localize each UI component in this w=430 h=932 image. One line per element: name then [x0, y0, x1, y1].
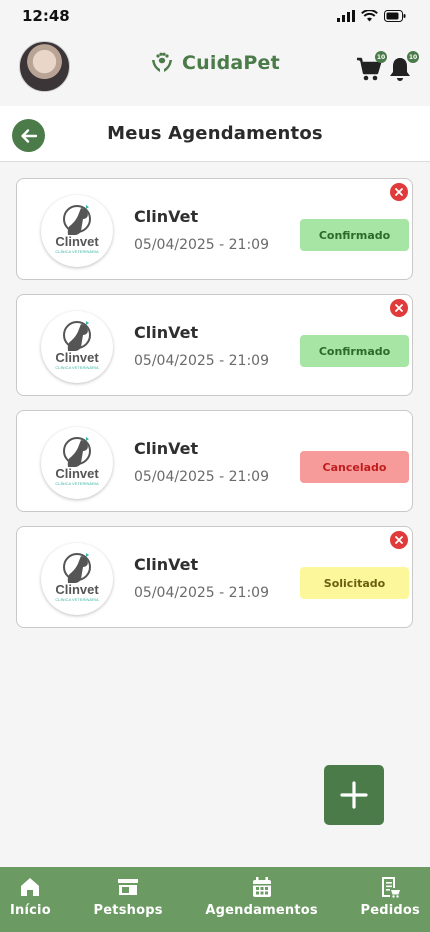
clinic-logo: Clinvet CLÍNICA VETERINÁRIA [41, 427, 113, 499]
page-title: Meus Agendamentos [107, 123, 323, 144]
clinvet-logo-icon: Clinvet CLÍNICA VETERINÁRIA [55, 437, 99, 486]
appointment-list: Clinvet CLÍNICA VETERINÁRIA ClinVet 05/0… [16, 178, 413, 642]
calendar-icon [252, 877, 271, 897]
bell-badge: 10 [407, 51, 419, 63]
clinvet-logo-icon: Clinvet CLÍNICA VETERINÁRIA [55, 321, 99, 370]
status-icons [337, 10, 406, 22]
battery-icon [384, 10, 406, 22]
add-appointment-button[interactable] [324, 765, 384, 825]
close-icon [395, 304, 403, 312]
signal-icon [337, 10, 355, 22]
appointment-datetime: 05/04/2025 - 21:09 [134, 353, 269, 369]
clinic-name: ClinVet [134, 323, 199, 342]
cart-button[interactable]: 10 [356, 51, 387, 82]
clinic-name: ClinVet [134, 439, 199, 458]
svg-text:CLÍNICA VETERINÁRIA: CLÍNICA VETERINÁRIA [55, 597, 99, 602]
title-bar: Meus Agendamentos [0, 106, 430, 162]
appointment-datetime: 05/04/2025 - 21:09 [134, 585, 269, 601]
brand-name: CuidaPet [182, 52, 280, 74]
svg-text:CLÍNICA VETERINÁRIA: CLÍNICA VETERINÁRIA [55, 365, 99, 370]
cart-badge: 10 [375, 51, 387, 63]
nav-item-inicio[interactable]: Início [10, 867, 51, 932]
svg-text:Clinvet: Clinvet [55, 466, 99, 481]
svg-text:CLÍNICA VETERINÁRIA: CLÍNICA VETERINÁRIA [55, 481, 99, 486]
store-icon [118, 879, 139, 895]
svg-text:Clinvet: Clinvet [55, 234, 99, 249]
clinvet-logo-icon: Clinvet CLÍNICA VETERINÁRIA [55, 553, 99, 602]
wifi-icon [361, 10, 378, 22]
brand: CuidaPet [150, 52, 280, 74]
clinic-logo: Clinvet CLÍNICA VETERINÁRIA [41, 543, 113, 615]
cancel-appointment-button[interactable] [390, 299, 408, 317]
avatar[interactable] [19, 41, 70, 92]
status-badge: Confirmado [300, 219, 409, 251]
close-icon [395, 188, 403, 196]
status-badge: Solicitado [300, 567, 409, 599]
clinic-logo: Clinvet CLÍNICA VETERINÁRIA [41, 311, 113, 383]
appointment-card-3[interactable]: Clinvet CLÍNICA VETERINÁRIA ClinVet 05/0… [16, 410, 413, 512]
app-header: CuidaPet 10 10 [0, 32, 430, 106]
receipt-icon [382, 877, 401, 898]
cancel-appointment-button[interactable] [390, 531, 408, 549]
status-badge: Confirmado [300, 335, 409, 367]
svg-text:Clinvet: Clinvet [55, 350, 99, 365]
nav-label: Pedidos [360, 903, 420, 918]
appointment-datetime: 05/04/2025 - 21:09 [134, 237, 269, 253]
clinic-name: ClinVet [134, 555, 199, 574]
clinic-name: ClinVet [134, 207, 199, 226]
cancel-appointment-button[interactable] [390, 183, 408, 201]
appointment-datetime: 05/04/2025 - 21:09 [134, 469, 269, 485]
notifications-button[interactable]: 10 [388, 51, 419, 82]
plus-icon [340, 781, 368, 809]
nav-item-petshops[interactable]: Petshops [94, 867, 163, 932]
bottom-nav: Início Petshops Agendamentos Pedidos [0, 867, 430, 932]
appointment-card-4[interactable]: Clinvet CLÍNICA VETERINÁRIA ClinVet 05/0… [16, 526, 413, 628]
appointment-card-2[interactable]: Clinvet CLÍNICA VETERINÁRIA ClinVet 05/0… [16, 294, 413, 396]
status-bar: 12:48 [0, 0, 430, 32]
clinvet-logo-icon: Clinvet CLÍNICA VETERINÁRIA [55, 205, 99, 254]
nav-item-pedidos[interactable]: Pedidos [361, 867, 420, 932]
nav-item-agendamentos[interactable]: Agendamentos [205, 867, 318, 932]
svg-text:CLÍNICA VETERINÁRIA: CLÍNICA VETERINÁRIA [55, 249, 99, 254]
svg-text:Clinvet: Clinvet [55, 582, 99, 597]
clock: 12:48 [22, 7, 70, 25]
appointment-card-1[interactable]: Clinvet CLÍNICA VETERINÁRIA ClinVet 05/0… [16, 178, 413, 280]
nav-label: Agendamentos [205, 903, 318, 918]
paw-hands-icon [152, 52, 172, 72]
nav-label: Início [10, 903, 51, 918]
close-icon [395, 536, 403, 544]
clinic-logo: Clinvet CLÍNICA VETERINÁRIA [41, 195, 113, 267]
status-badge: Cancelado [300, 451, 409, 483]
home-icon [21, 878, 40, 896]
nav-label: Petshops [93, 903, 163, 918]
